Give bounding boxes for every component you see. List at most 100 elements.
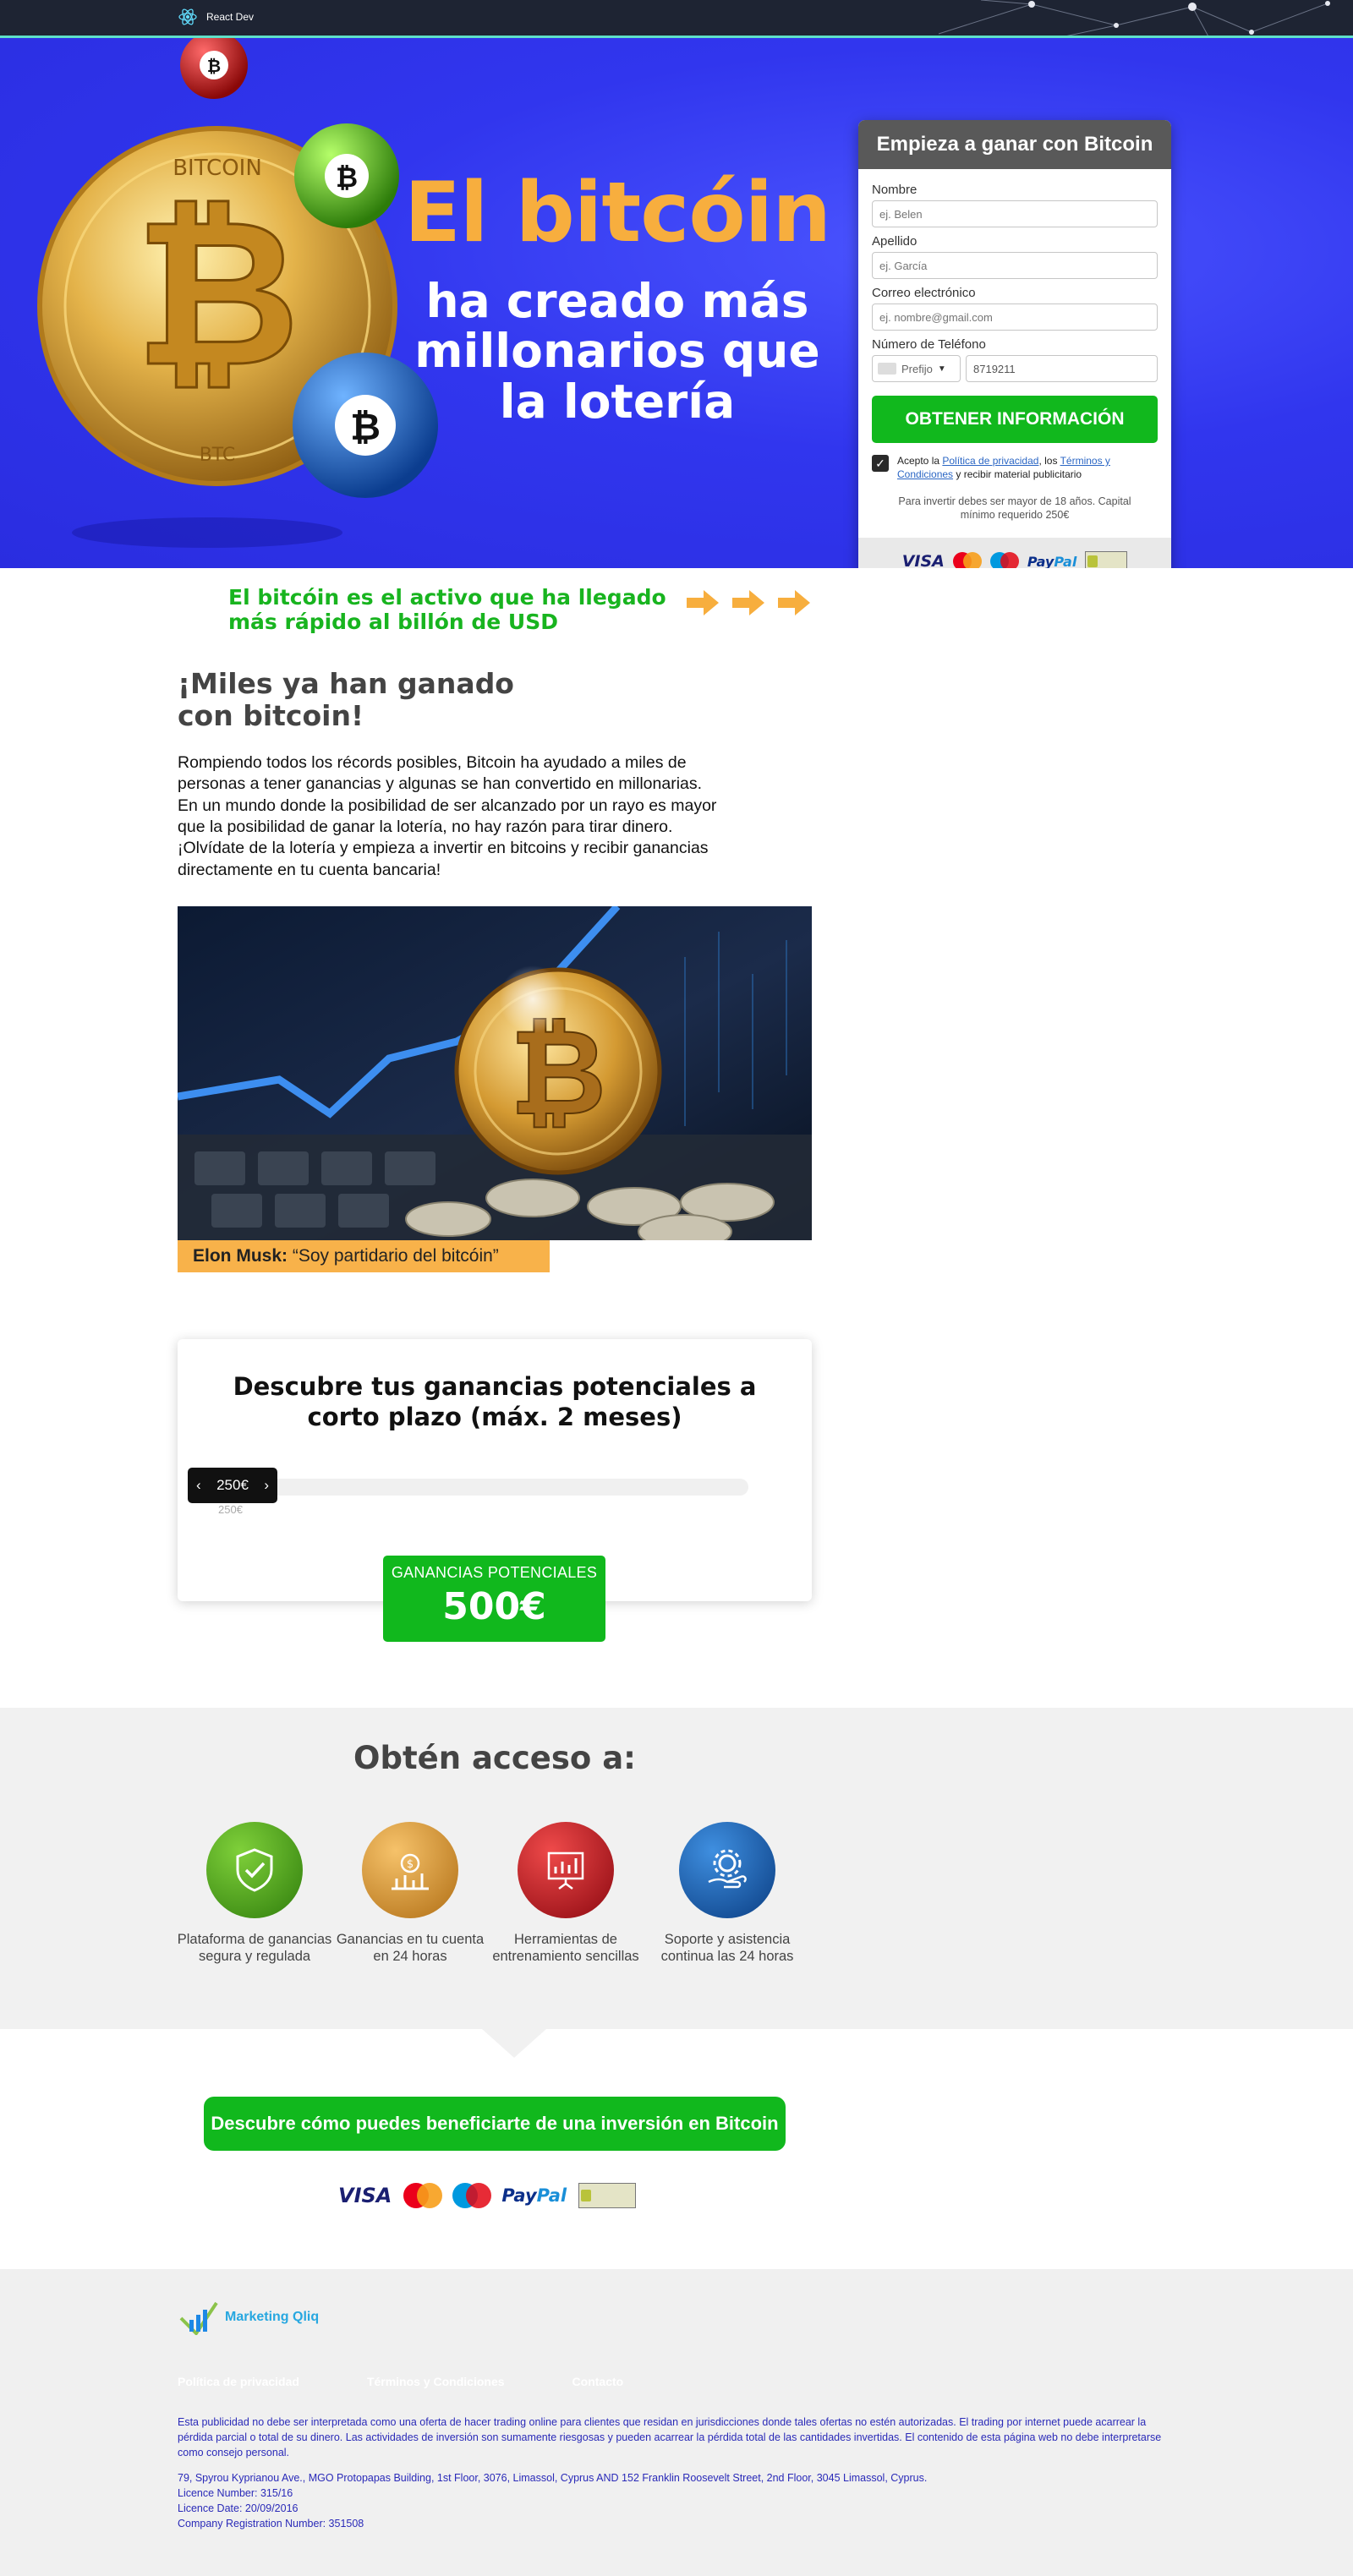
- money-chart-icon: $: [362, 1822, 458, 1918]
- svg-text:₿: ₿: [134, 175, 300, 412]
- feature-label: Plataforma de ganancias segura y regulad…: [177, 1932, 332, 1964]
- footer-link-privacy[interactable]: Política de privacidad: [178, 2375, 299, 2388]
- chevron-right-icon: ›: [264, 1477, 269, 1493]
- maestro-icon: [452, 2183, 492, 2208]
- svg-text:₿: ₿: [350, 406, 381, 449]
- slider-thumb[interactable]: ‹ 250€ ›: [188, 1468, 277, 1503]
- top-bar: React Dev: [0, 0, 1353, 38]
- consent-mid: , los: [1038, 455, 1060, 467]
- paypal-text-a: Pay: [1027, 553, 1054, 569]
- age-note: Para invertir debes ser mayor de 18 años…: [898, 495, 1131, 522]
- last-name-label: Apellido: [872, 234, 918, 249]
- footer-brand-text: Marketing Qliq: [225, 2310, 320, 2324]
- phone-field[interactable]: [966, 355, 1158, 382]
- mastercard-icon: [403, 2183, 443, 2208]
- footer-link-terms[interactable]: Términos y Condiciones: [367, 2375, 505, 2388]
- privacy-link[interactable]: Política de privacidad: [942, 455, 1038, 467]
- slider-min-label: 250€: [218, 1503, 243, 1516]
- ssl-badge-icon: [1085, 551, 1128, 568]
- footer-brand[interactable]: Marketing Qliq: [178, 2300, 319, 2335]
- paypal-text-b: Pal: [536, 2185, 567, 2206]
- paypal-logo: PayPal: [501, 2185, 567, 2206]
- arrow-right-icon: [778, 590, 810, 615]
- quote-caption: Elon Musk: “Soy partidario del bitcóin”: [178, 1240, 550, 1272]
- ssl-badge-icon: [578, 2183, 637, 2208]
- get-info-button[interactable]: OBTENER INFORMACIÓN: [872, 396, 1158, 443]
- hero-headline: El bitcóin ha creado más millonarios que…: [397, 165, 837, 427]
- footer-disclaimer: Esta publicidad no debe ser interpretada…: [178, 2416, 1162, 2459]
- signup-form: Empieza a ganar con Bitcoin Nombre Apell…: [858, 120, 1171, 568]
- discover-cta-button[interactable]: Descubre cómo puedes beneficiarte de una…: [204, 2097, 786, 2151]
- miles-heading: ¡Miles ya han ganado con bitcoin!: [178, 667, 514, 732]
- feature-label: Ganancias en tu cuenta en 24 horas: [336, 1932, 485, 1964]
- access-heading: Obtén acceso a:: [353, 1740, 636, 1776]
- paypal-logo: PayPal: [1027, 554, 1076, 569]
- svg-text:₿: ₿: [336, 161, 358, 194]
- footer-link-contact[interactable]: Contacto: [572, 2375, 624, 2388]
- chevron-left-icon: ‹: [196, 1477, 201, 1493]
- react-logo-icon: [178, 8, 197, 25]
- marketing-qliq-logo-icon: [179, 2301, 218, 2335]
- miles-paragraph: Rompiendo todos los récords posibles, Bi…: [178, 753, 717, 879]
- caption-name: Elon Musk:: [193, 1246, 288, 1266]
- first-name-field[interactable]: [872, 200, 1158, 227]
- email-field[interactable]: [872, 304, 1158, 331]
- svg-text:$: $: [407, 1858, 414, 1871]
- gear-hand-icon: [679, 1822, 775, 1918]
- visa-logo: VISA: [338, 2184, 392, 2207]
- footer-licence-number: Licence Number: 315/16: [178, 2487, 293, 2500]
- fast-asset-text: El bitcóin es el activo que ha llegado m…: [228, 585, 666, 634]
- footer-address-block: 79, Spyrou Kyprianou Ave., MGO Protopapa…: [178, 2470, 1184, 2532]
- consent-suffix: y recibir material publicitario: [953, 468, 1082, 480]
- paypal-text-b: Pal: [1054, 553, 1077, 569]
- feature-training-tools: Herramientas de entrenamiento sencillas: [485, 1822, 646, 1966]
- paypal-text-a: Pay: [501, 2185, 537, 2206]
- brand[interactable]: React Dev: [178, 7, 254, 27]
- payment-logos-bottom: VISA PayPal: [338, 2183, 637, 2208]
- footer-company-reg: Company Registration Number: 351508: [178, 2518, 364, 2530]
- feature-support: Soporte y asistencia continua las 24 hor…: [647, 1822, 808, 1966]
- arrows-decoration: [687, 588, 812, 617]
- network-decoration: [938, 0, 1330, 36]
- payment-logos: VISA PayPal: [858, 538, 1171, 568]
- footer: Marketing Qliq Política de privacidad Té…: [0, 2269, 1353, 2576]
- consent-prefix: Acepto la: [897, 455, 943, 467]
- bitcoin-photo: ₿: [178, 906, 812, 1240]
- brand-text: React Dev: [206, 11, 255, 23]
- phone-prefix-select[interactable]: Prefijo ▼: [872, 355, 961, 382]
- hero-title-main: El bitcóin: [403, 165, 831, 261]
- calculator-title: Descubre tus ganancias potenciales a cor…: [233, 1372, 757, 1432]
- slider-track[interactable]: [211, 1479, 748, 1496]
- svg-text:BTC: BTC: [200, 445, 236, 466]
- feature-label: Herramientas de entrenamiento sencillas: [492, 1932, 639, 1964]
- footer-address: 79, Spyrou Kyprianou Ave., MGO Protopapa…: [178, 2472, 928, 2484]
- gains-value: 500€: [442, 1585, 546, 1628]
- flag-icon: [878, 363, 896, 375]
- caption-quote: “Soy partidario del bitcóin”: [288, 1246, 499, 1266]
- caret-down-icon: ▼: [937, 364, 946, 374]
- prefix-label: Prefijo: [901, 362, 933, 375]
- phone-label: Número de Teléfono: [872, 337, 986, 352]
- feature-label: Soporte y asistencia continua las 24 hor…: [660, 1932, 794, 1964]
- last-name-field[interactable]: [872, 252, 1158, 279]
- maestro-icon: [989, 552, 1019, 568]
- svg-text:₿: ₿: [207, 56, 221, 76]
- visa-logo: VISA: [901, 552, 945, 568]
- slider-value: 250€: [216, 1477, 249, 1493]
- first-name-label: Nombre: [872, 183, 918, 197]
- mastercard-icon: [952, 552, 982, 568]
- hero-section: ₿ ₿ BITCOIN BTC ₿ ₿ El bitcóin ha creado…: [0, 38, 1353, 568]
- feature-24h-earnings: $ Ganancias en tu cuenta en 24 horas: [330, 1822, 490, 1966]
- form-title: Empieza a ganar con Bitcoin: [858, 120, 1171, 169]
- potential-gains-box: GANANCIAS POTENCIALES 500€: [383, 1556, 605, 1642]
- access-section: Obtén acceso a: Plataforma de ganancias …: [0, 1708, 1353, 2029]
- consent-text: Acepto la Política de privacidad, los Té…: [897, 455, 1158, 481]
- arrow-right-icon: [687, 590, 719, 615]
- presentation-chart-icon: [518, 1822, 614, 1918]
- footer-links: Política de privacidad Términos y Condic…: [178, 2375, 623, 2388]
- svg-text:BITCOIN: BITCOIN: [173, 156, 262, 181]
- consent-checkbox[interactable]: ✓: [872, 455, 889, 472]
- email-label: Correo electrónico: [872, 286, 976, 300]
- feature-secure-platform: Plataforma de ganancias segura y regulad…: [174, 1822, 335, 1966]
- footer-licence-date: Licence Date: 20/09/2016: [178, 2502, 299, 2515]
